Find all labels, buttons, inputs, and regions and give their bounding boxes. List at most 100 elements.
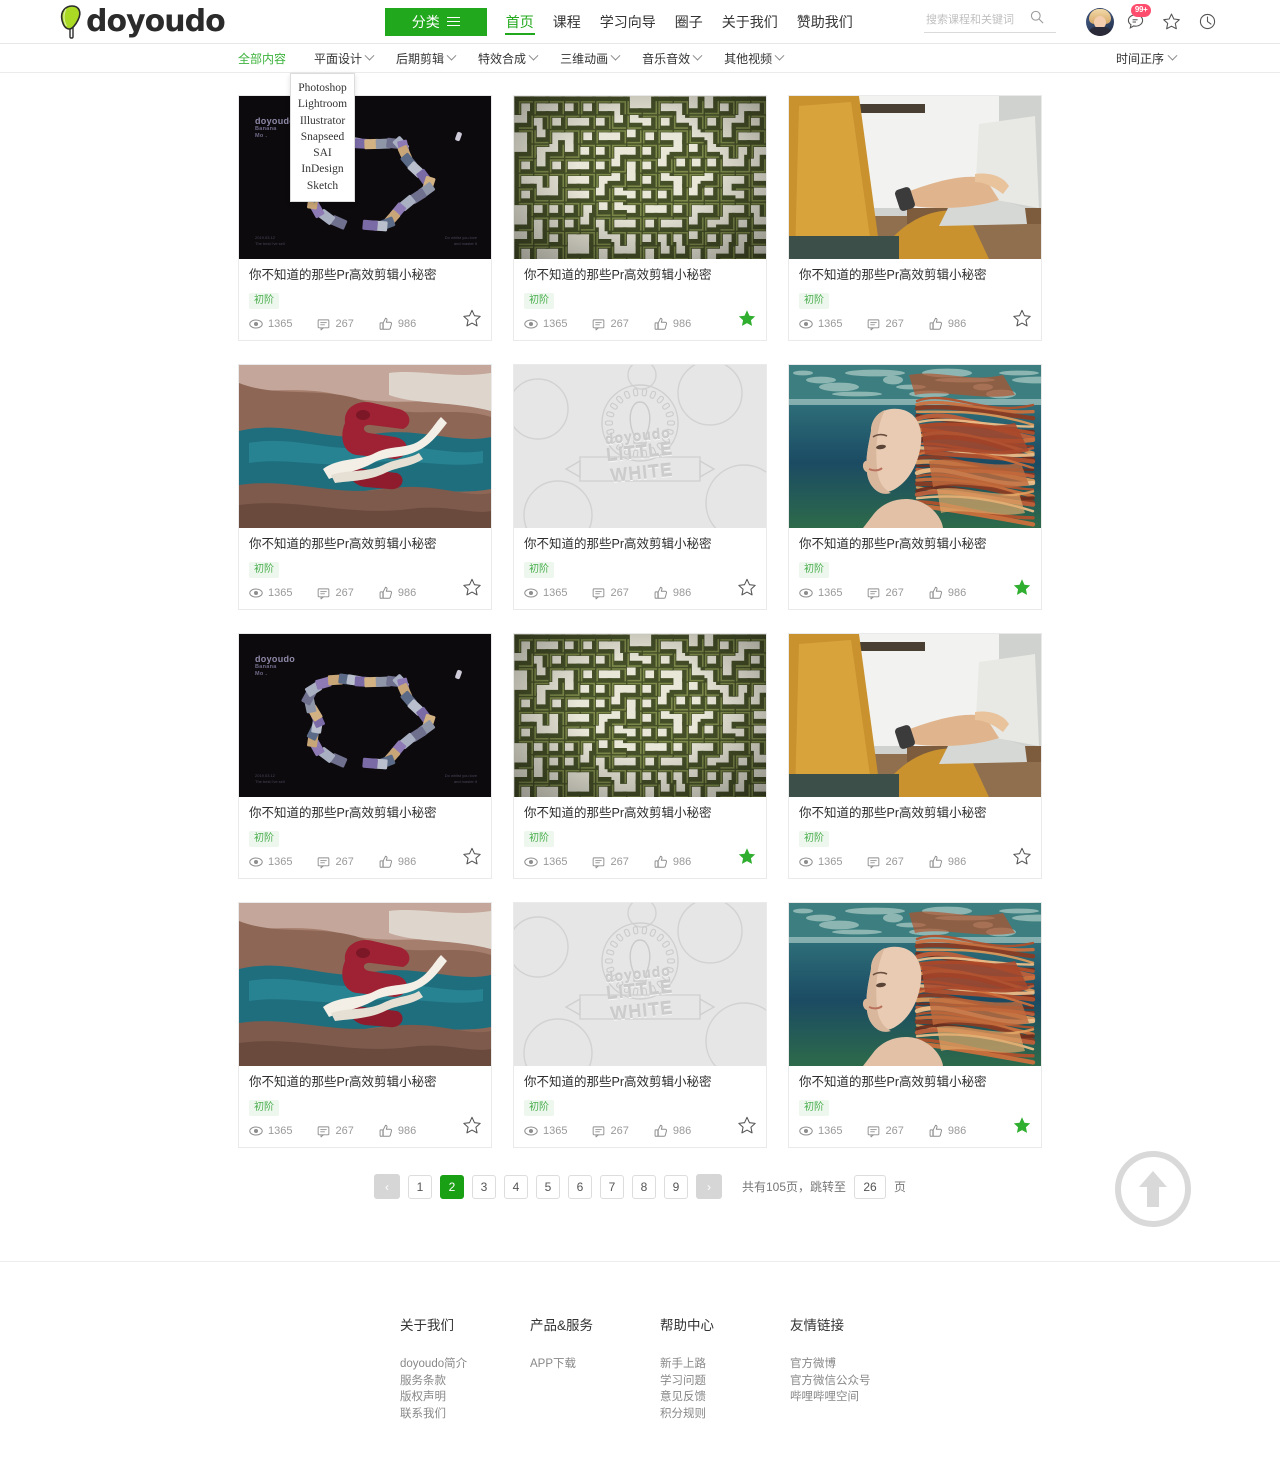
course-card[interactable]: 你不知道的那些Pr高效剪辑小秘密 初阶 1365 267 986: [788, 902, 1042, 1148]
filter-vfx[interactable]: 特效合成: [478, 50, 560, 67]
pagination-prev[interactable]: ‹: [373, 1174, 400, 1199]
nav-item-about[interactable]: 关于我们: [721, 0, 779, 44]
pagination-page-2[interactable]: 2: [439, 1174, 464, 1199]
nav-item-circle[interactable]: 圈子: [674, 0, 704, 44]
footer-link[interactable]: 积分规则: [660, 1406, 790, 1423]
course-level-badge: 初阶: [524, 562, 554, 578]
dropdown-item-photoshop[interactable]: Photoshop: [291, 80, 354, 96]
pagination-page-4[interactable]: 4: [503, 1174, 528, 1199]
site-logo[interactable]: doyoudo: [58, 4, 226, 39]
thumb-art-little-white: doyoudo LITTLE WHITE: [514, 903, 766, 1066]
avatar[interactable]: [1086, 7, 1114, 36]
course-card[interactable]: 你不知道的那些Pr高效剪辑小秘密 初阶 1365 267 986: [788, 95, 1042, 341]
nav-item-sponsor[interactable]: 赞助我们: [796, 0, 854, 44]
course-thumbnail[interactable]: [789, 634, 1041, 797]
scroll-to-top-button[interactable]: [1115, 1151, 1191, 1227]
dropdown-item-snapseed[interactable]: Snapseed: [291, 129, 354, 145]
favorite-toggle[interactable]: [463, 1116, 481, 1134]
messages-button[interactable]: 99+: [1120, 3, 1151, 36]
footer-link[interactable]: 官方微博: [790, 1356, 920, 1373]
filter-3d-animation[interactable]: 三维动画: [560, 50, 642, 67]
course-thumbnail[interactable]: [789, 903, 1041, 1066]
course-card[interactable]: 你不知道的那些Pr高效剪辑小秘密 初阶 1365 267 986: [788, 364, 1042, 610]
dropdown-item-indesign[interactable]: InDesign: [291, 161, 354, 177]
footer-link[interactable]: APP下载: [530, 1356, 660, 1373]
footer-link[interactable]: 官方微信公众号: [790, 1373, 920, 1390]
footer-link[interactable]: 联系我们: [400, 1406, 530, 1423]
favorite-toggle[interactable]: [738, 847, 756, 865]
comment-count-value: 267: [335, 856, 354, 868]
favorite-toggle[interactable]: [1013, 1116, 1031, 1134]
course-thumbnail[interactable]: [239, 903, 491, 1066]
like-count: 986: [379, 1124, 416, 1138]
sort-dropdown[interactable]: 时间正序: [1116, 50, 1178, 67]
filter-other-video[interactable]: 其他视频: [724, 50, 806, 67]
favorite-toggle[interactable]: [463, 309, 481, 327]
pagination-page-9[interactable]: 9: [663, 1174, 688, 1199]
course-card[interactable]: 你不知道的那些Pr高效剪辑小秘密 初阶 1365 267 986: [238, 902, 492, 1148]
course-card[interactable]: doyoudo LITTLE WHITE 你不知道的那些Pr高效剪辑小秘密 初阶…: [513, 902, 767, 1148]
search-input[interactable]: [924, 12, 1030, 27]
dropdown-item-sketch[interactable]: Sketch: [291, 178, 354, 194]
favorites-button[interactable]: [1156, 8, 1186, 36]
nav-item-courses[interactable]: 课程: [552, 0, 582, 44]
dropdown-item-illustrator[interactable]: Illustrator: [291, 113, 354, 129]
course-thumbnail[interactable]: [239, 365, 491, 528]
pagination-jump-input[interactable]: [854, 1174, 886, 1199]
course-card[interactable]: 你不知道的那些Pr高效剪辑小秘密 初阶 1365 267 986: [513, 633, 767, 879]
filter-graphic-design[interactable]: 平面设计: [314, 50, 396, 67]
pagination-page-5[interactable]: 5: [535, 1174, 560, 1199]
pagination-page-7[interactable]: 7: [599, 1174, 624, 1199]
course-level-badge: 初阶: [249, 562, 279, 578]
footer-link[interactable]: doyoudo简介: [400, 1356, 530, 1373]
nav-item-guide[interactable]: 学习向导: [599, 0, 657, 44]
course-card[interactable]: 你不知道的那些Pr高效剪辑小秘密 初阶 1365 267 986: [238, 364, 492, 610]
footer-link[interactable]: 版权声明: [400, 1389, 530, 1406]
thumb-art-banana: doyoudo Banana Mo . 2019.03.12 The best i'v…: [239, 96, 491, 259]
dropdown-item-lightroom[interactable]: Lightroom: [291, 96, 354, 112]
favorite-toggle[interactable]: [738, 1116, 756, 1134]
favorite-toggle[interactable]: [1013, 578, 1031, 596]
course-card[interactable]: 你不知道的那些Pr高效剪辑小秘密 初阶 1365 267 986: [513, 95, 767, 341]
course-card[interactable]: doyoudo LITTLE WHITE 你不知道的那些Pr高效剪辑小秘密 初阶…: [513, 364, 767, 610]
filter-video-editing[interactable]: 后期剪辑: [396, 50, 478, 67]
history-button[interactable]: [1192, 8, 1222, 36]
footer-link[interactable]: 意见反馈: [660, 1389, 790, 1406]
favorite-toggle[interactable]: [1013, 847, 1031, 865]
pagination-page-1[interactable]: 1: [407, 1174, 432, 1199]
favorite-toggle[interactable]: [463, 578, 481, 596]
footer-link[interactable]: 新手上路: [660, 1356, 790, 1373]
favorite-toggle[interactable]: [738, 309, 756, 327]
footer-link[interactable]: 哔哩哔哩空间: [790, 1389, 920, 1406]
footer-link[interactable]: 学习问题: [660, 1373, 790, 1390]
filter-all[interactable]: 全部内容: [238, 50, 314, 67]
course-card[interactable]: 你不知道的那些Pr高效剪辑小秘密 初阶 1365 267 986: [788, 633, 1042, 879]
comment-icon: [593, 587, 605, 599]
course-thumbnail[interactable]: doyoudo LITTLE WHITE: [514, 365, 766, 528]
course-thumbnail[interactable]: doyoudo LITTLE WHITE: [514, 903, 766, 1066]
pagination-page-3[interactable]: 3: [471, 1174, 496, 1199]
pagination-next[interactable]: ›: [695, 1174, 722, 1199]
course-thumbnail[interactable]: [514, 634, 766, 797]
course-card[interactable]: doyoudo Banana Mo . 2019.03.12 The best i'v…: [238, 95, 492, 341]
favorite-toggle[interactable]: [463, 847, 481, 865]
favorite-toggle[interactable]: [738, 578, 756, 596]
course-thumbnail[interactable]: [789, 96, 1041, 259]
dropdown-item-sai[interactable]: SAI: [291, 145, 354, 161]
search-box[interactable]: [924, 10, 1056, 33]
course-thumbnail[interactable]: doyoudo Banana Mo . 2019.03.12 The best i'v…: [239, 634, 491, 797]
like-count-value: 986: [672, 587, 692, 599]
course-card[interactable]: doyoudo Banana Mo . 2019.03.12 The best i'v…: [238, 633, 492, 879]
favorite-toggle[interactable]: [1013, 309, 1031, 327]
pagination-page-6[interactable]: 6: [567, 1174, 592, 1199]
filter-music-audio[interactable]: 音乐音效: [642, 50, 724, 67]
footer-link[interactable]: 服务条款: [400, 1373, 530, 1390]
search-icon[interactable]: [1030, 10, 1044, 29]
nav-item-home[interactable]: 首页: [504, 0, 535, 44]
category-button[interactable]: 分类: [384, 7, 487, 36]
pagination-page-8[interactable]: 8: [631, 1174, 656, 1199]
graphic-design-dropdown-menu[interactable]: Photoshop Lightroom Illustrator Snapseed…: [290, 73, 355, 203]
course-thumbnail[interactable]: [514, 96, 766, 259]
course-thumbnail[interactable]: [789, 365, 1041, 528]
course-thumbnail[interactable]: doyoudo Banana Mo . 2019.03.12 The best i'v…: [239, 96, 491, 259]
